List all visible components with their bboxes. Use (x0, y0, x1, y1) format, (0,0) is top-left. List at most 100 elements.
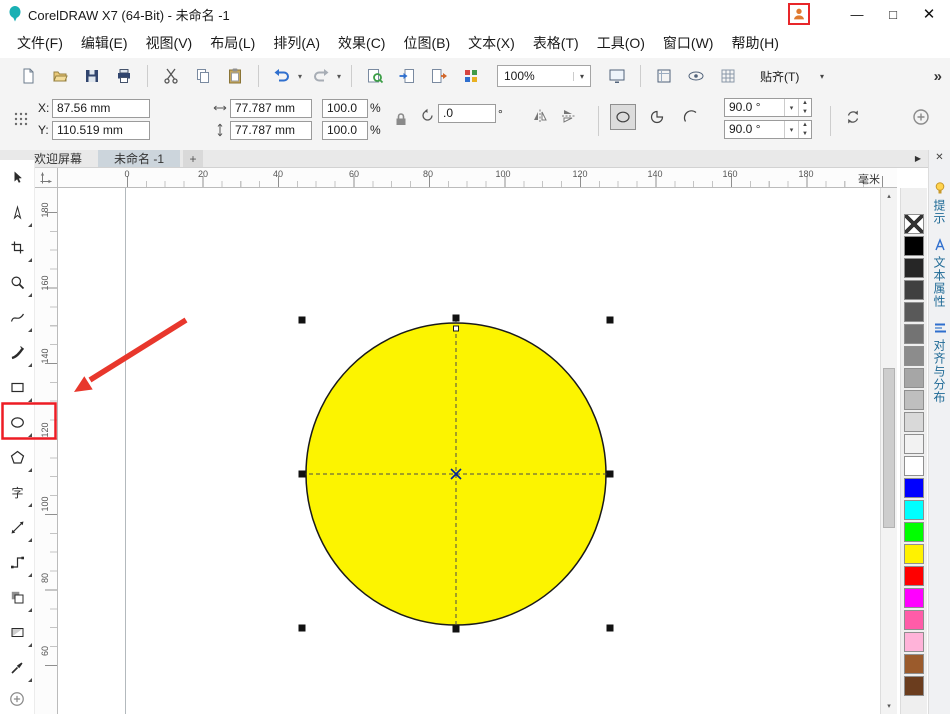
color-swatch[interactable] (904, 500, 924, 520)
menu-layout[interactable]: 布局(L) (201, 29, 264, 57)
selection-handle[interactable] (606, 316, 614, 324)
menu-text[interactable]: 文本(X) (459, 29, 524, 57)
cut-button[interactable] (158, 63, 184, 89)
redo-dropdown-caret[interactable]: ▾ (334, 72, 344, 81)
selection-handle[interactable] (452, 314, 460, 322)
redo-button[interactable] (308, 63, 334, 89)
color-eyedropper-tool[interactable] (0, 650, 34, 685)
undo-button[interactable] (269, 63, 295, 89)
color-swatch[interactable] (904, 566, 924, 586)
pick-tool[interactable] (0, 160, 34, 195)
end-angle-spinner[interactable]: ▲ ▼ (798, 121, 811, 138)
drop-shadow-tool[interactable] (0, 580, 34, 615)
selection-handle[interactable] (298, 316, 306, 324)
menu-effects[interactable]: 效果(C) (329, 29, 394, 57)
arc-mode-button[interactable] (678, 104, 704, 130)
ellipse-node[interactable] (453, 325, 459, 332)
transparency-tool[interactable] (0, 615, 34, 650)
mirror-vertical-button[interactable] (556, 105, 580, 127)
print-button[interactable] (111, 63, 137, 89)
scrollbar-thumb[interactable] (883, 368, 895, 528)
end-angle-caret[interactable]: ▾ (784, 121, 798, 138)
shape-tool[interactable] (0, 195, 34, 230)
menu-edit[interactable]: 编辑(E) (72, 29, 137, 57)
show-grid-button[interactable] (715, 63, 741, 89)
canvas-vertical-scrollbar[interactable]: ▴ ▾ (880, 188, 897, 714)
app-launcher-button[interactable] (458, 63, 484, 89)
color-swatch[interactable] (904, 544, 924, 564)
menu-file[interactable]: 文件(F) (8, 29, 72, 57)
scale-x-field[interactable]: 100.0 (322, 99, 368, 118)
docker-tab-text-properties[interactable]: 文本属性 (931, 238, 948, 308)
zoom-tool[interactable] (0, 265, 34, 300)
color-swatch[interactable] (904, 324, 924, 344)
lock-ratio-button[interactable] (390, 108, 412, 130)
zoom-dropdown-caret[interactable]: ▾ (573, 71, 590, 81)
rectangle-tool[interactable] (0, 370, 34, 405)
tab-scroll-right-icon[interactable]: ▶ (908, 150, 928, 167)
paste-button[interactable] (222, 63, 248, 89)
drawing-canvas[interactable] (58, 188, 880, 714)
new-document-button[interactable] (15, 63, 41, 89)
start-angle-combo[interactable]: 90.0 ° ▾ ▲ ▼ (724, 98, 812, 117)
minimize-button[interactable]: — (842, 3, 872, 25)
scroll-up-icon[interactable]: ▴ (881, 188, 897, 204)
color-swatch[interactable] (904, 610, 924, 630)
color-swatch[interactable] (904, 654, 924, 674)
artistic-media-tool[interactable] (0, 335, 34, 370)
color-swatch[interactable] (904, 632, 924, 652)
scroll-down-icon[interactable]: ▾ (881, 698, 897, 714)
ruler-origin-corner[interactable] (35, 168, 58, 188)
color-swatch[interactable] (904, 434, 924, 454)
menu-window[interactable]: 窗口(W) (654, 29, 723, 57)
propbar-add-button[interactable] (910, 106, 932, 128)
selection-handle[interactable] (452, 625, 460, 633)
spin-down-icon[interactable]: ▼ (799, 108, 811, 117)
mirror-horizontal-button[interactable] (528, 105, 552, 127)
account-icon[interactable] (788, 3, 810, 25)
docker-tab-align-distribute[interactable]: 对齐与分布 (931, 321, 948, 404)
object-height-field[interactable]: 77.787 mm (230, 121, 312, 140)
menu-arrange[interactable]: 排列(A) (264, 29, 329, 57)
pie-mode-button[interactable] (644, 104, 670, 130)
maximize-button[interactable]: □ (878, 3, 908, 25)
spin-down-icon[interactable]: ▼ (799, 130, 811, 139)
menu-help[interactable]: 帮助(H) (722, 29, 787, 57)
undo-dropdown-caret[interactable]: ▾ (295, 72, 305, 81)
crop-tool[interactable] (0, 230, 34, 265)
menu-tools[interactable]: 工具(O) (588, 29, 654, 57)
end-angle-combo[interactable]: 90.0 ° ▾ ▲ ▼ (724, 120, 812, 139)
more-tools-button[interactable] (0, 687, 34, 711)
color-swatch[interactable] (904, 676, 924, 696)
menu-view[interactable]: 视图(V) (137, 29, 202, 57)
color-swatch[interactable] (904, 412, 924, 432)
color-swatch[interactable] (904, 588, 924, 608)
close-button[interactable]: ✕ (914, 3, 944, 25)
show-rulers-button[interactable] (651, 63, 677, 89)
color-swatch[interactable] (904, 258, 924, 278)
new-tab-button[interactable]: + (183, 150, 204, 167)
spin-up-icon[interactable]: ▲ (799, 99, 811, 108)
color-swatch[interactable] (904, 346, 924, 366)
color-swatch[interactable] (904, 236, 924, 256)
no-color-swatch[interactable] (904, 214, 924, 234)
horizontal-ruler[interactable]: 0 20 40 60 80 100 120 140 160 180 毫米 (58, 168, 897, 188)
polygon-tool[interactable] (0, 440, 34, 475)
snap-to-dropdown[interactable]: 贴齐(T) ▾ (754, 65, 830, 87)
connector-tool[interactable] (0, 545, 34, 580)
rotation-angle-field[interactable]: .0 (438, 104, 496, 123)
color-swatch[interactable] (904, 522, 924, 542)
text-tool[interactable]: 字 (0, 475, 34, 510)
selection-handle[interactable] (606, 624, 614, 632)
spin-up-icon[interactable]: ▲ (799, 121, 811, 130)
docker-tab-hints[interactable]: 提示 (931, 181, 948, 225)
save-button[interactable] (79, 63, 105, 89)
dimension-tool[interactable] (0, 510, 34, 545)
vertical-ruler[interactable]: 180 160 140 120 100 80 60 (35, 188, 58, 714)
color-swatch[interactable] (904, 390, 924, 410)
freehand-tool[interactable] (0, 300, 34, 335)
scale-y-field[interactable]: 100.0 (322, 121, 368, 140)
menu-bitmaps[interactable]: 位图(B) (394, 29, 459, 57)
color-swatch[interactable] (904, 368, 924, 388)
docker-close-icon[interactable]: ✕ (935, 152, 943, 168)
